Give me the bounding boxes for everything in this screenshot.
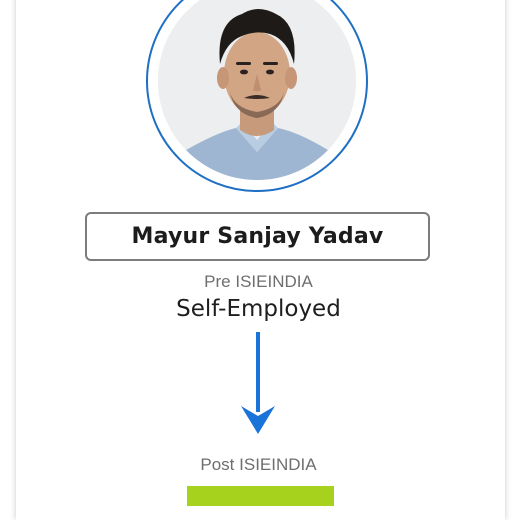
pre-status-text: Self-Employed xyxy=(176,296,341,322)
post-isieindia-label: Post ISIEINDIA xyxy=(200,455,317,474)
name-box: Mayur Sanjay Yadav xyxy=(85,212,430,261)
post-status-badge xyxy=(187,486,334,506)
person-name: Mayur Sanjay Yadav xyxy=(131,224,384,249)
arrow-down-icon xyxy=(240,332,276,441)
pre-isieindia-label: Pre ISIEINDIA xyxy=(204,272,313,291)
